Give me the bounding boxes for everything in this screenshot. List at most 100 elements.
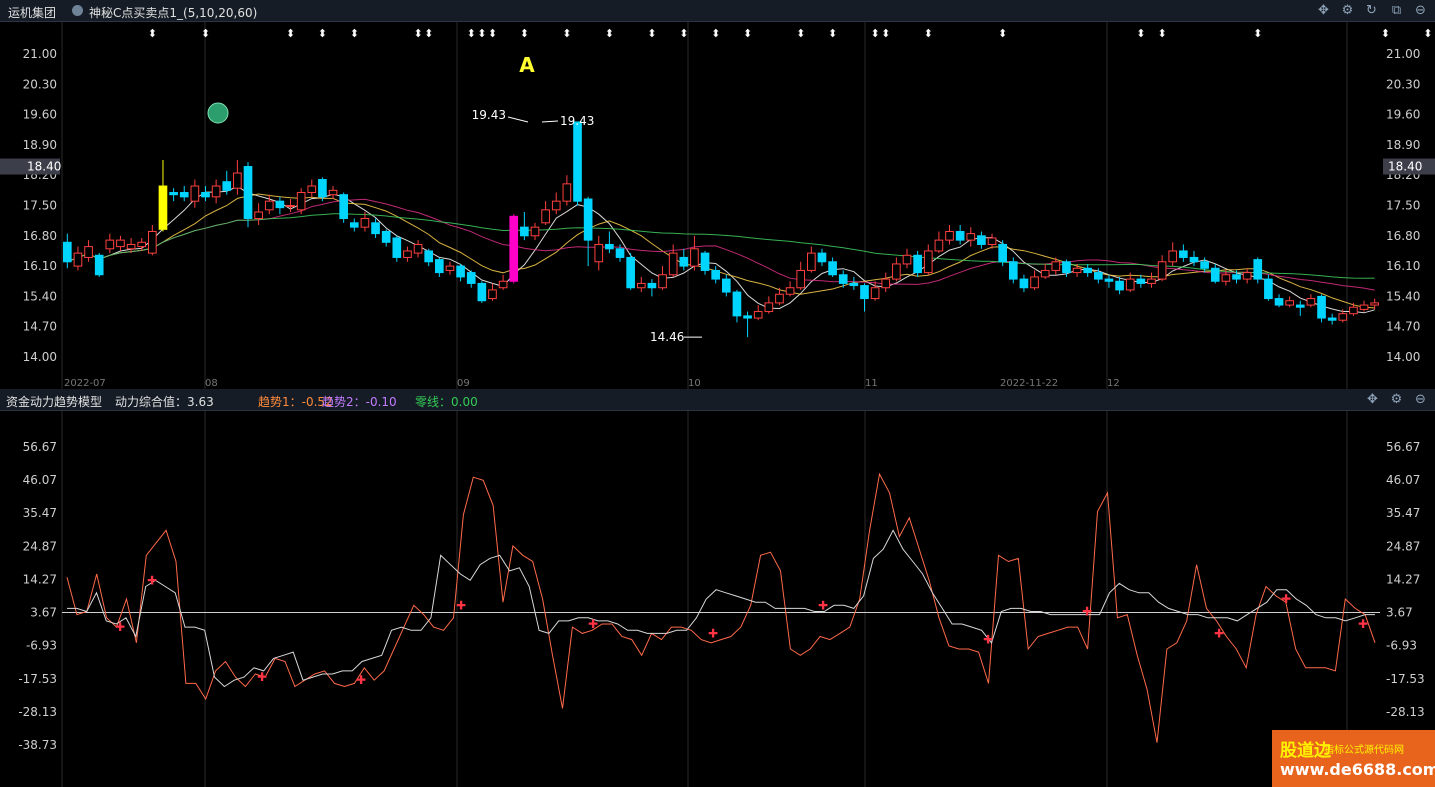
signal-arrow: ⬍ [477,27,486,40]
y-tick-label: 56.67 [23,440,57,454]
candle-body [700,252,710,271]
candle-body [1062,261,1071,274]
candle-body [721,278,731,293]
candle-body [955,230,965,241]
candle-body [254,211,263,219]
watermark-url: www.de6688.com [1280,760,1435,779]
candle-body [179,192,189,198]
candle-body [360,217,370,228]
candle-body [286,205,295,207]
candle-body [753,311,763,319]
signal-cross: ✚ [456,598,466,612]
move-icon[interactable]: ✥ [1316,3,1331,18]
signal-arrow: ⬍ [350,27,359,40]
candle-body [466,272,476,284]
candle-body [137,241,147,248]
main-chart-header: 运机集团 神秘C点买卖点1_(5,10,20,60) ✥ ⚙ ↻ ⧉ ⊖ [0,0,1435,22]
candle-body [371,222,380,235]
candle-body [1104,278,1114,282]
series-line-2 [67,529,1375,688]
candle-body [892,263,901,280]
candle-body [998,243,1007,263]
indicator-title[interactable]: 资金动力趋势模型 [6,393,102,410]
high-label: 19.43 [560,114,594,128]
candle-body [413,243,423,254]
indicator-label[interactable]: 神秘C点买卖点1_(5,10,20,60) [89,4,257,21]
candle-body [764,302,774,313]
candle-body [551,200,561,211]
y-tick-label: 16.10 [23,259,57,273]
y-tick-label: 16.80 [23,229,57,243]
candle-body [445,265,455,271]
signal-arrow: ⬍ [318,27,327,40]
candle-body [1264,278,1273,300]
candle-body [934,239,944,252]
candle-body [775,293,784,304]
candle-body [594,243,604,263]
candle-body [945,230,954,241]
restore-icon[interactable]: ⧉ [1389,3,1404,18]
y-tick-label: 56.67 [1386,440,1420,454]
signal-arrow: ⬍ [881,27,890,40]
candle-body [562,183,572,202]
y-tick-label: 19.60 [23,108,57,122]
y-tick-label: 15.40 [23,289,57,303]
move-icon[interactable]: ✥ [1365,392,1380,407]
candle-body [318,179,327,198]
settings-icon[interactable]: ⚙ [1389,392,1404,407]
close-icon[interactable]: ⊖ [1413,3,1428,18]
signal-cross: ✚ [818,598,828,612]
signal-arrow: ⬍ [924,27,933,40]
zero-line-value: 零线：0.00 [415,395,478,409]
candle-body [1200,261,1209,269]
candle-body [647,282,657,289]
signal-cross: ✚ [257,670,267,684]
candle-body [796,269,806,289]
signal-arrow: ⬍ [148,27,157,40]
candle-body [658,274,667,289]
close-icon[interactable]: ⊖ [1413,392,1428,407]
candle-body [711,269,721,280]
y-tick-label: 14.70 [1386,320,1420,334]
ma10-line [67,193,1375,309]
candle-body [201,192,210,198]
candle-body [977,235,986,245]
y-tick-label: 14.70 [23,320,57,334]
y-tick-label: 14.00 [23,350,57,364]
signal-cross: ✚ [115,620,125,634]
settings-icon[interactable]: ⚙ [1340,3,1355,18]
candle-body [605,243,614,250]
indicator-selector-icon[interactable] [72,5,83,16]
candle-body [828,261,837,276]
candle-body [1094,272,1103,280]
y-tick-label: 16.80 [1386,229,1420,243]
ma20-line [67,198,1375,291]
y-tick-label: -17.53 [18,672,57,686]
y-tick-label: -6.93 [26,639,57,653]
candle-body [1306,298,1316,306]
y-tick-label: 17.50 [1386,199,1420,213]
refresh-icon[interactable]: ↻ [1364,3,1379,18]
price-chart[interactable]: 21.00 21.00 20.30 20.30 19.60 19.60 18.90 18.90… [0,22,1435,389]
candle-body [392,237,402,258]
y-tick-label: 3.67 [1386,606,1413,620]
y-tick-label: 21.00 [1386,47,1420,61]
signal-arrow: ⬍ [520,27,529,40]
candle-body [573,121,582,202]
candle-body [1210,267,1220,282]
y-tick-label: 15.40 [1386,289,1420,303]
indicator-chart[interactable]: 56.67 56.67 46.07 46.07 35.47 35.47 24.87 24.87… [0,411,1435,787]
signal-arrow: ⬍ [424,27,433,40]
y-tick-label: 46.07 [1386,473,1420,487]
candle-body [1115,280,1124,291]
stock-name[interactable]: 运机集团 [8,4,56,21]
candle-body [1370,302,1380,306]
candle-body [307,185,317,194]
candle-body [966,233,976,241]
y-tick-label: 35.47 [23,506,57,520]
candle-body [1317,295,1326,319]
y-tick-label: 46.07 [23,473,57,487]
watermark-subtitle: 指标公式源代码网 [1324,745,1404,756]
series-line-1 [66,472,1376,743]
y-tick-label: -28.13 [1386,705,1425,719]
